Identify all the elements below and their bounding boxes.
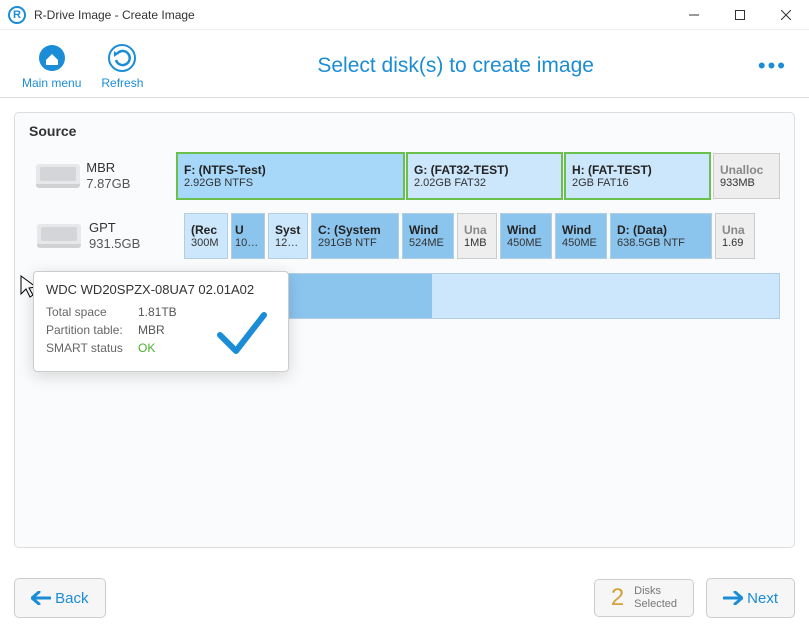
partition[interactable]: Wind 524ME — [402, 213, 454, 259]
next-button[interactable]: Next — [706, 578, 795, 618]
partition-size: 450ME — [562, 237, 600, 249]
disk-row: GPT 931.5GB(Rec 300MU 100MSyst 128MC: (S… — [29, 213, 780, 259]
app-icon: R — [8, 6, 26, 24]
partition-bar: (Rec 300MU 100MSyst 128MC: (System 291GB… — [184, 213, 780, 259]
partition-size: 291GB NTF — [318, 237, 392, 249]
partition[interactable]: H: (FAT-TEST) 2GB FAT16 — [565, 153, 710, 199]
partition-unallocated[interactable]: Una 1MB — [457, 213, 497, 259]
partition[interactable]: G: (FAT32-TEST) 2.02GB FAT32 — [407, 153, 562, 199]
window-title: R-Drive Image - Create Image — [34, 8, 195, 22]
partition-name: Una — [722, 223, 748, 237]
partition[interactable]: D: (Data) 638.5GB NTF — [610, 213, 712, 259]
back-label: Back — [55, 590, 88, 607]
main-menu-label: Main menu — [22, 76, 81, 90]
main-menu-button[interactable]: Main menu — [12, 40, 91, 92]
partition[interactable]: U 100M — [231, 213, 265, 259]
maximize-button[interactable] — [717, 0, 763, 30]
minimize-button[interactable] — [671, 0, 717, 30]
tooltip-total-space-value: 1.81TB — [138, 305, 177, 319]
tooltip-pt-value: MBR — [138, 323, 165, 337]
back-button[interactable]: Back — [14, 578, 106, 618]
check-icon — [214, 305, 270, 361]
partition-size: 100M — [235, 237, 261, 249]
partition-name: U — [235, 223, 261, 237]
partition[interactable]: Syst 128M — [268, 213, 308, 259]
disk-meta: MBR 7.87GB — [86, 160, 177, 193]
partition-unallocated[interactable]: Unalloc 933MB — [713, 153, 780, 199]
partition-size: 1.69 — [722, 237, 748, 249]
partition-name: Syst — [275, 223, 301, 237]
disk-type: GPT — [89, 220, 184, 236]
arrow-right-icon — [723, 591, 743, 605]
partition-name: Unalloc — [720, 163, 773, 177]
partition-name: Wind — [409, 223, 447, 237]
page-title: Select disk(s) to create image — [153, 54, 757, 78]
partition[interactable]: Wind 450ME — [500, 213, 552, 259]
partition-name: G: (FAT32-TEST) — [414, 163, 555, 177]
disk-icon[interactable] — [29, 164, 86, 188]
next-label: Next — [747, 590, 778, 607]
disk-meta: GPT 931.5GB — [89, 220, 184, 253]
partition-size: 2.92GB NTFS — [184, 177, 397, 189]
refresh-button[interactable]: Refresh — [91, 40, 153, 92]
arrow-left-icon — [31, 591, 51, 605]
tooltip-smart-value: OK — [138, 341, 155, 355]
partition-size: 933MB — [720, 177, 773, 189]
partition-name: Wind — [562, 223, 600, 237]
partition-size: 450ME — [507, 237, 545, 249]
partition[interactable]: Wind 450ME — [555, 213, 607, 259]
partition-size: 2.02GB FAT32 — [414, 177, 555, 189]
footer: Back 2 Disks Selected Next — [0, 564, 809, 632]
partition-unallocated[interactable]: Una 1.69 — [715, 213, 755, 259]
tooltip-pt-label: Partition table: — [46, 323, 138, 337]
disk-type: MBR — [86, 160, 177, 176]
partition-size: 638.5GB NTF — [617, 237, 705, 249]
disk-size: 931.5GB — [89, 236, 184, 252]
partition-name: Una — [464, 223, 490, 237]
more-icon[interactable]: ••• — [758, 53, 797, 79]
disks-selected-count: 2 — [611, 584, 624, 612]
window-controls — [671, 0, 809, 30]
tooltip-smart-label: SMART status — [46, 341, 138, 355]
refresh-label: Refresh — [101, 76, 143, 90]
partition[interactable]: (Rec 300M — [184, 213, 228, 259]
partition-bar: F: (NTFS-Test) 2.92GB NTFSG: (FAT32-TEST… — [177, 153, 780, 199]
partition-size: 524ME — [409, 237, 447, 249]
partition-name: F: (NTFS-Test) — [184, 163, 397, 177]
disks-selected-label-1: Disks — [634, 585, 661, 597]
partition-name: C: (System — [318, 223, 392, 237]
source-panel: Source MBR 7.87GBF: (NTFS-Test) 2.92GB N… — [14, 112, 795, 548]
workarea: Source MBR 7.87GBF: (NTFS-Test) 2.92GB N… — [0, 98, 809, 562]
partition-size: 2GB FAT16 — [572, 177, 703, 189]
tooltip-total-space-label: Total space — [46, 305, 138, 319]
disks-selected-label-2: Selected — [634, 598, 677, 610]
partition-name: H: (FAT-TEST) — [572, 163, 703, 177]
toolbar: Main menu Refresh Select disk(s) to crea… — [0, 30, 809, 98]
titlebar: R R-Drive Image - Create Image — [0, 0, 809, 30]
partition-name: Wind — [507, 223, 545, 237]
partition[interactable]: F: (NTFS-Test) 2.92GB NTFS — [177, 153, 404, 199]
home-icon — [36, 42, 68, 74]
partition-name: (Rec — [191, 223, 221, 237]
disk-tooltip: WDC WD20SPZX-08UA7 02.01A02 Total space … — [33, 271, 289, 372]
partition-size: 128M — [275, 237, 301, 249]
disk-row: MBR 7.87GBF: (NTFS-Test) 2.92GB NTFSG: (… — [29, 153, 780, 199]
partition-name: D: (Data) — [617, 223, 705, 237]
disks-selected-badge: 2 Disks Selected — [594, 579, 694, 617]
refresh-icon — [106, 42, 138, 74]
partition[interactable]: C: (System 291GB NTF — [311, 213, 399, 259]
tooltip-title: WDC WD20SPZX-08UA7 02.01A02 — [46, 282, 276, 297]
source-heading: Source — [29, 123, 780, 139]
partition-size: 1MB — [464, 237, 490, 249]
partition-size: 300M — [191, 237, 221, 249]
close-button[interactable] — [763, 0, 809, 30]
disk-size: 7.87GB — [86, 176, 177, 192]
disk-icon[interactable] — [29, 224, 89, 248]
